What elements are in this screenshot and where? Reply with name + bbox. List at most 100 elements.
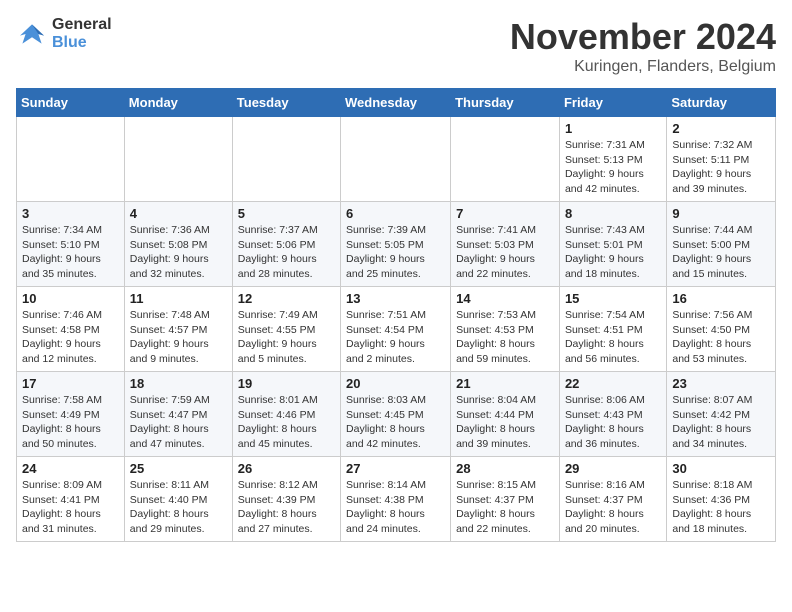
day-info: Sunrise: 7:49 AM Sunset: 4:55 PM Dayligh… [238,308,335,367]
calendar-cell: 18 Sunrise: 7:59 AM Sunset: 4:47 PM Dayli… [124,372,232,457]
day-info: Sunrise: 7:54 AM Sunset: 4:51 PM Dayligh… [565,308,661,367]
day-info: Sunrise: 8:03 AM Sunset: 4:45 PM Dayligh… [346,393,445,452]
day-info: Sunrise: 7:39 AM Sunset: 5:05 PM Dayligh… [346,223,445,282]
day-number: 18 [130,376,227,391]
logo-text: General Blue [52,16,112,52]
day-info: Sunrise: 7:53 AM Sunset: 4:53 PM Dayligh… [456,308,554,367]
day-of-week-header: Monday [124,89,232,117]
day-info: Sunrise: 8:11 AM Sunset: 4:40 PM Dayligh… [130,478,227,537]
day-info: Sunrise: 8:12 AM Sunset: 4:39 PM Dayligh… [238,478,335,537]
calendar-cell: 23Sunrise: 8:07 AM Sunset: 4:42 PM Dayli… [667,372,776,457]
day-info: Sunrise: 7:56 AM Sunset: 4:50 PM Dayligh… [672,308,770,367]
day-of-week-header: Sunday [17,89,125,117]
day-number: 22 [565,376,661,391]
day-info: Sunrise: 7:44 AM Sunset: 5:00 PM Dayligh… [672,223,770,282]
day-info: Sunrise: 8:04 AM Sunset: 4:44 PM Dayligh… [456,393,554,452]
day-info: Sunrise: 7:32 AM Sunset: 5:11 PM Dayligh… [672,138,770,197]
day-of-week-header: Thursday [451,89,560,117]
calendar-cell: 17 Sunrise: 7:58 AM Sunset: 4:49 PM Dayli… [17,372,125,457]
calendar-cell: 2 Sunrise: 7:32 AM Sunset: 5:11 PM Daylig… [667,117,776,202]
day-number: 4 [130,206,227,221]
month-title: November 2024 [510,16,776,58]
calendar-cell: 22 Sunrise: 8:06 AM Sunset: 4:43 PM Dayli… [559,372,666,457]
day-info: Sunrise: 7:48 AM Sunset: 4:57 PM Dayligh… [130,308,227,367]
day-number: 30 [672,461,770,476]
day-info: Sunrise: 7:51 AM Sunset: 4:54 PM Dayligh… [346,308,445,367]
title-area: November 2024 Kuringen, Flanders, Belgiu… [510,16,776,76]
calendar-cell: 28 Sunrise: 8:15 AM Sunset: 4:37 PM Dayli… [451,457,560,542]
calendar-cell: 13Sunrise: 7:51 AM Sunset: 4:54 PM Dayli… [341,287,451,372]
day-number: 10 [22,291,119,306]
day-number: 29 [565,461,661,476]
day-info: Sunrise: 8:16 AM Sunset: 4:37 PM Dayligh… [565,478,661,537]
day-info: Sunrise: 7:59 AM Sunset: 4:47 PM Dayligh… [130,393,227,452]
calendar-cell: 10Sunrise: 7:46 AM Sunset: 4:58 PM Dayli… [17,287,125,372]
calendar-week-row: 10Sunrise: 7:46 AM Sunset: 4:58 PM Dayli… [17,287,776,372]
calendar-cell: 8 Sunrise: 7:43 AM Sunset: 5:01 PM Daylig… [559,202,666,287]
day-number: 19 [238,376,335,391]
day-info: Sunrise: 7:37 AM Sunset: 5:06 PM Dayligh… [238,223,335,282]
day-of-week-header: Tuesday [232,89,340,117]
day-number: 24 [22,461,119,476]
calendar-week-row: 24 Sunrise: 8:09 AM Sunset: 4:41 PM Dayli… [17,457,776,542]
calendar-cell: 24 Sunrise: 8:09 AM Sunset: 4:41 PM Dayli… [17,457,125,542]
calendar-cell: 12 Sunrise: 7:49 AM Sunset: 4:55 PM Dayli… [232,287,340,372]
day-info: Sunrise: 8:06 AM Sunset: 4:43 PM Dayligh… [565,393,661,452]
calendar-cell: 5Sunrise: 7:37 AM Sunset: 5:06 PM Daylig… [232,202,340,287]
calendar-cell: 11 Sunrise: 7:48 AM Sunset: 4:57 PM Dayli… [124,287,232,372]
calendar-cell: 1 Sunrise: 7:31 AM Sunset: 5:13 PM Daylig… [559,117,666,202]
calendar-cell: 30 Sunrise: 8:18 AM Sunset: 4:36 PM Dayli… [667,457,776,542]
day-info: Sunrise: 7:36 AM Sunset: 5:08 PM Dayligh… [130,223,227,282]
calendar-cell [341,117,451,202]
calendar-cell: 27Sunrise: 8:14 AM Sunset: 4:38 PM Dayli… [341,457,451,542]
day-info: Sunrise: 8:15 AM Sunset: 4:37 PM Dayligh… [456,478,554,537]
day-info: Sunrise: 7:34 AM Sunset: 5:10 PM Dayligh… [22,223,119,282]
day-number: 2 [672,121,770,136]
calendar-cell: 16 Sunrise: 7:56 AM Sunset: 4:50 PM Dayli… [667,287,776,372]
calendar-cell: 25 Sunrise: 8:11 AM Sunset: 4:40 PM Dayli… [124,457,232,542]
logo: General Blue [16,16,112,52]
calendar-cell [17,117,125,202]
day-number: 20 [346,376,445,391]
day-number: 14 [456,291,554,306]
day-info: Sunrise: 8:01 AM Sunset: 4:46 PM Dayligh… [238,393,335,452]
calendar-week-row: 17 Sunrise: 7:58 AM Sunset: 4:49 PM Dayli… [17,372,776,457]
day-info: Sunrise: 7:41 AM Sunset: 5:03 PM Dayligh… [456,223,554,282]
day-number: 9 [672,206,770,221]
day-number: 15 [565,291,661,306]
day-number: 12 [238,291,335,306]
day-number: 16 [672,291,770,306]
day-number: 1 [565,121,661,136]
calendar-cell [124,117,232,202]
day-info: Sunrise: 7:43 AM Sunset: 5:01 PM Dayligh… [565,223,661,282]
calendar-cell: 3 Sunrise: 7:34 AM Sunset: 5:10 PM Daylig… [17,202,125,287]
day-number: 7 [456,206,554,221]
day-of-week-header: Saturday [667,89,776,117]
calendar-header-row: SundayMondayTuesdayWednesdayThursdayFrid… [17,89,776,117]
day-info: Sunrise: 7:31 AM Sunset: 5:13 PM Dayligh… [565,138,661,197]
calendar-cell: 7 Sunrise: 7:41 AM Sunset: 5:03 PM Daylig… [451,202,560,287]
day-info: Sunrise: 7:58 AM Sunset: 4:49 PM Dayligh… [22,393,119,452]
calendar-cell [451,117,560,202]
day-number: 27 [346,461,445,476]
day-number: 3 [22,206,119,221]
day-number: 25 [130,461,227,476]
calendar-cell: 4 Sunrise: 7:36 AM Sunset: 5:08 PM Daylig… [124,202,232,287]
day-number: 28 [456,461,554,476]
day-number: 6 [346,206,445,221]
day-info: Sunrise: 8:07 AM Sunset: 4:42 PM Dayligh… [672,393,770,452]
page-header: General Blue November 2024 Kuringen, Fla… [16,16,776,76]
calendar-week-row: 1 Sunrise: 7:31 AM Sunset: 5:13 PM Daylig… [17,117,776,202]
day-info: Sunrise: 8:18 AM Sunset: 4:36 PM Dayligh… [672,478,770,537]
day-number: 17 [22,376,119,391]
day-number: 8 [565,206,661,221]
calendar-cell: 19 Sunrise: 8:01 AM Sunset: 4:46 PM Dayli… [232,372,340,457]
calendar-cell: 26 Sunrise: 8:12 AM Sunset: 4:39 PM Dayli… [232,457,340,542]
day-number: 26 [238,461,335,476]
day-of-week-header: Wednesday [341,89,451,117]
calendar-table: SundayMondayTuesdayWednesdayThursdayFrid… [16,88,776,542]
day-number: 11 [130,291,227,306]
day-info: Sunrise: 8:09 AM Sunset: 4:41 PM Dayligh… [22,478,119,537]
calendar-cell: 9 Sunrise: 7:44 AM Sunset: 5:00 PM Daylig… [667,202,776,287]
day-number: 21 [456,376,554,391]
